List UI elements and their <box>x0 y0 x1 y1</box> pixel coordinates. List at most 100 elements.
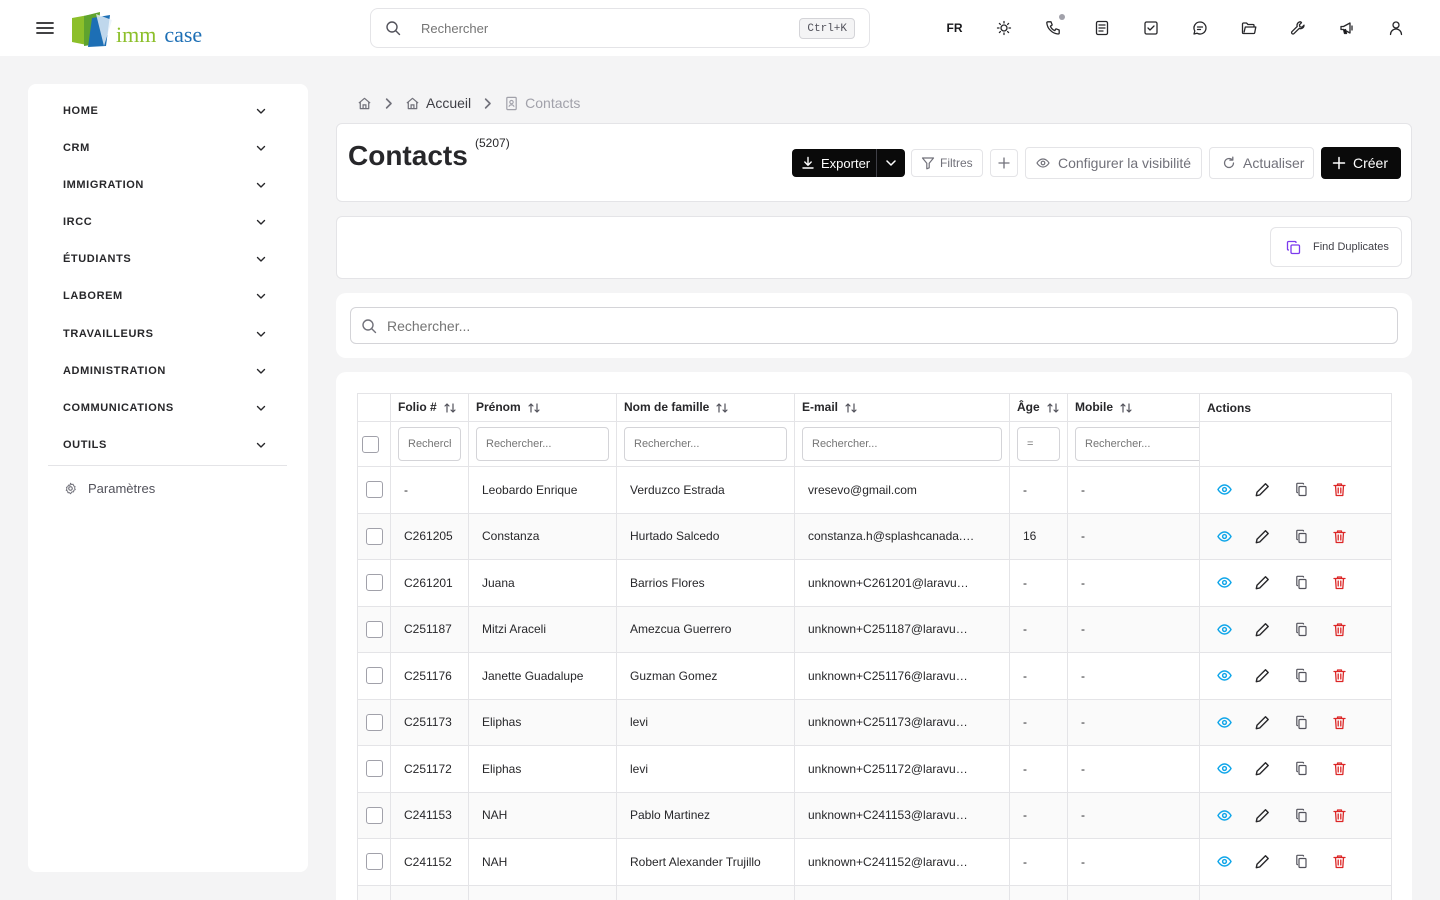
refresh-button[interactable]: Actualiser <box>1209 147 1314 179</box>
duplicate-button[interactable] <box>1282 668 1321 683</box>
tasks-button[interactable] <box>1126 8 1175 48</box>
profile-button[interactable] <box>1371 8 1420 48</box>
row-checkbox[interactable] <box>365 760 383 778</box>
table-search-input[interactable] <box>387 317 1287 334</box>
duplicate-button[interactable] <box>1282 575 1321 590</box>
view-button[interactable] <box>1205 715 1244 730</box>
duplicate-button[interactable] <box>1282 761 1321 776</box>
select-all-checkbox[interactable] <box>362 435 379 453</box>
sort-icon[interactable] <box>1119 401 1133 415</box>
column-header-mobile[interactable]: Mobile <box>1067 393 1200 422</box>
delete-button[interactable] <box>1321 482 1360 497</box>
language-switch[interactable]: FR <box>930 8 979 48</box>
sidebar-item-travailleurs[interactable]: TRAVAILLEURS <box>48 319 288 349</box>
view-button[interactable] <box>1205 808 1244 823</box>
duplicate-button[interactable] <box>1282 808 1321 823</box>
table-search[interactable] <box>350 307 1398 344</box>
column-header-last-name[interactable]: Nom de famille <box>616 393 795 422</box>
export-main-button[interactable]: Exporter <box>792 149 877 177</box>
calls-button[interactable] <box>1028 8 1077 48</box>
theme-toggle[interactable] <box>979 8 1028 48</box>
delete-button[interactable] <box>1321 715 1360 730</box>
duplicate-button[interactable] <box>1282 529 1321 544</box>
app-logo[interactable]: imm case <box>70 10 202 48</box>
table-row[interactable]: C251176 Janette Guadalupe Guzman Gomez unkn… <box>357 652 1392 700</box>
row-checkbox[interactable] <box>365 667 383 685</box>
email-filter-input[interactable] <box>802 427 1002 461</box>
edit-button[interactable] <box>1244 529 1283 544</box>
delete-button[interactable] <box>1321 761 1360 776</box>
table-row[interactable]: C241153 NAH Pablo Martinez unknown+C241153@… <box>357 791 1392 839</box>
view-button[interactable] <box>1205 622 1244 637</box>
tools-button[interactable] <box>1273 8 1322 48</box>
row-checkbox[interactable] <box>365 853 383 871</box>
last-name-filter-input[interactable] <box>624 427 787 461</box>
column-header-email[interactable]: E-mail <box>794 393 1010 422</box>
sort-icon[interactable] <box>1046 401 1060 415</box>
row-checkbox[interactable] <box>365 806 383 824</box>
age-filter-input[interactable] <box>1017 427 1060 461</box>
edit-button[interactable] <box>1244 715 1283 730</box>
view-button[interactable] <box>1205 482 1244 497</box>
files-button[interactable] <box>1224 8 1273 48</box>
announcements-button[interactable] <box>1322 8 1371 48</box>
find-duplicates-button[interactable]: Find Duplicates <box>1270 227 1402 267</box>
sort-icon[interactable] <box>844 401 858 415</box>
sort-icon[interactable] <box>443 401 457 415</box>
table-row[interactable]: C251173 Eliphas levi unknown+C251173@laravu… <box>357 698 1392 746</box>
delete-button[interactable] <box>1321 529 1360 544</box>
edit-button[interactable] <box>1244 854 1283 869</box>
export-button[interactable]: Exporter <box>792 149 905 177</box>
sidebar-item-home[interactable]: HOME <box>48 96 288 126</box>
breadcrumb-home-link[interactable]: Accueil <box>426 95 471 111</box>
sort-icon[interactable] <box>715 401 729 415</box>
sidebar-item-laborem[interactable]: LABOREM <box>48 281 288 311</box>
export-dropdown-toggle[interactable] <box>877 156 905 170</box>
sidebar-item-immigration[interactable]: IMMIGRATION <box>48 170 288 200</box>
view-button[interactable] <box>1205 761 1244 776</box>
table-row[interactable]: C241152 NAH Robert Alexander Trujillo unkno… <box>357 838 1392 886</box>
delete-button[interactable] <box>1321 668 1360 683</box>
add-filter-button[interactable] <box>990 149 1018 177</box>
view-button[interactable] <box>1205 668 1244 683</box>
create-button[interactable]: Créer <box>1321 147 1401 179</box>
row-checkbox[interactable] <box>365 574 383 592</box>
sidebar-item-etudiants[interactable]: ÉTUDIANTS <box>48 244 288 274</box>
first-name-filter-input[interactable] <box>476 427 609 461</box>
menu-icon[interactable] <box>35 18 55 38</box>
sidebar-item-administration[interactable]: ADMINISTRATION <box>48 356 288 386</box>
delete-button[interactable] <box>1321 854 1360 869</box>
edit-button[interactable] <box>1244 808 1283 823</box>
view-button[interactable] <box>1205 854 1244 869</box>
sidebar-item-communications[interactable]: COMMUNICATIONS <box>48 393 288 423</box>
table-row[interactable]: C251187 Mitzi Araceli Amezcua Guerrero unkn… <box>357 605 1392 653</box>
table-row[interactable] <box>357 884 1392 900</box>
delete-button[interactable] <box>1321 622 1360 637</box>
configure-visibility-button[interactable]: Configurer la visibilité <box>1025 147 1202 179</box>
table-row[interactable]: C261205 Constanza Hurtado Salcedo constanza… <box>357 512 1392 560</box>
table-row[interactable]: C251172 Eliphas levi unknown+C251172@laravu… <box>357 745 1392 793</box>
column-header-folio[interactable]: Folio # <box>390 393 469 422</box>
folio-filter-input[interactable] <box>398 427 461 461</box>
edit-button[interactable] <box>1244 668 1283 683</box>
edit-button[interactable] <box>1244 482 1283 497</box>
sort-icon[interactable] <box>527 401 541 415</box>
sidebar-item-ircc[interactable]: IRCC <box>48 207 288 237</box>
delete-button[interactable] <box>1321 575 1360 590</box>
column-header-age[interactable]: Âge <box>1009 393 1068 422</box>
edit-button[interactable] <box>1244 622 1283 637</box>
messages-button[interactable] <box>1175 8 1224 48</box>
row-checkbox[interactable] <box>365 481 383 499</box>
duplicate-button[interactable] <box>1282 854 1321 869</box>
column-header-first-name[interactable]: Prénom <box>468 393 617 422</box>
duplicate-button[interactable] <box>1282 715 1321 730</box>
global-search-input[interactable] <box>421 20 781 36</box>
mobile-filter-input[interactable] <box>1075 427 1199 461</box>
row-checkbox[interactable] <box>365 527 383 545</box>
duplicate-button[interactable] <box>1282 482 1321 497</box>
sidebar-item-settings[interactable]: Paramètres <box>64 478 155 498</box>
sidebar-item-crm[interactable]: CRM <box>48 133 288 163</box>
filters-button[interactable]: Filtres <box>911 149 983 177</box>
view-button[interactable] <box>1205 529 1244 544</box>
view-button[interactable] <box>1205 575 1244 590</box>
